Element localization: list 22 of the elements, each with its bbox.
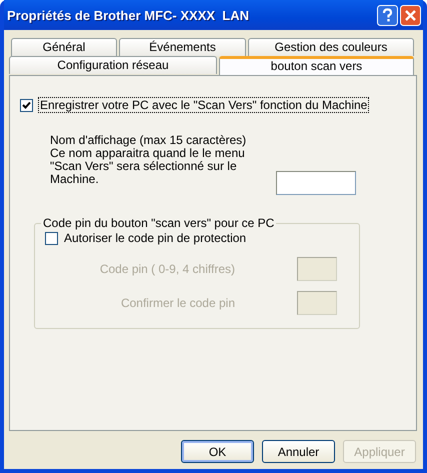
pin-field[interactable] [297, 291, 337, 315]
help-icon[interactable] [377, 4, 398, 26]
group-title: Code pin du bouton "scan vers" pour ce PC [41, 216, 276, 230]
field-label: Code pin ( 0-9, 4 chiffres) [98, 262, 235, 276]
checkbox[interactable] [20, 98, 33, 112]
tab[interactable]: Général [11, 38, 117, 56]
tab[interactable]: Configuration réseau [9, 56, 217, 74]
pin-field[interactable] [297, 257, 337, 281]
close-icon[interactable] [400, 4, 421, 26]
field-label: Nom d'affichage (max 15 caractères) [50, 134, 248, 147]
field-description: Ce nom apparaitra quand le le menu "Scan Vers" sera sélectionné sur le Machine. [50, 147, 245, 186]
dialog-button[interactable]: Annuler [262, 440, 335, 463]
display-name-field[interactable] [276, 171, 356, 195]
tab[interactable]: bouton scan vers [219, 56, 414, 75]
field-label: Confirmer le code pin [120, 296, 235, 310]
window-title: Propriétés de Brother MFC- XXXX LAN [7, 8, 249, 22]
checkbox[interactable] [45, 232, 58, 244]
tab[interactable]: Gestion des couleurs [248, 38, 414, 56]
checkbox-label[interactable]: Autoriser le code pin de protection [64, 231, 246, 245]
dialog-button[interactable]: OK [181, 440, 254, 463]
tab[interactable]: Événements [119, 38, 246, 56]
checkbox-label[interactable]: Enregistrer votre PC avec le "Scan Vers" fonction du Machine [39, 98, 368, 112]
